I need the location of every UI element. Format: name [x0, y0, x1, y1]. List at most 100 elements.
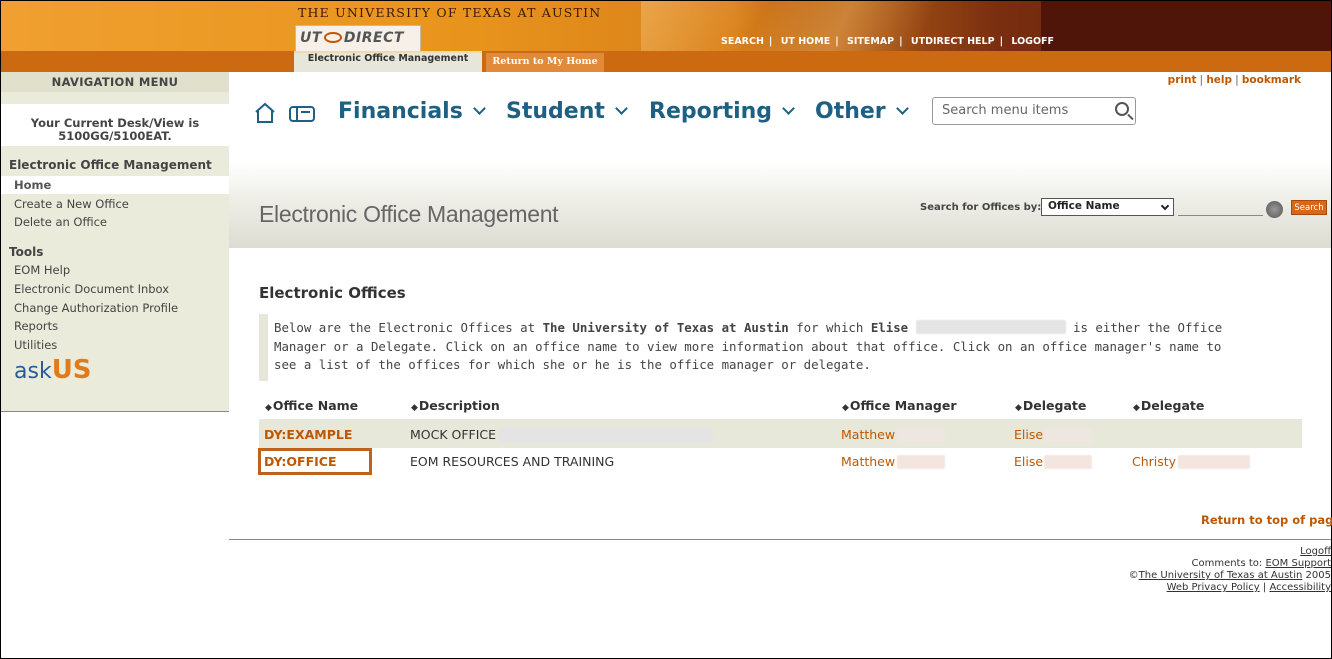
top-link-logoff[interactable]: LOGOFF [1011, 36, 1054, 47]
print-link[interactable]: print [1168, 74, 1197, 86]
column-header-label: Office Name [272, 398, 359, 413]
menu-financials[interactable]: Financials [338, 99, 486, 124]
delegate-link[interactable]: Elise [1014, 454, 1043, 469]
office-link-dy-example[interactable]: DY:EXAMPLE [264, 427, 352, 442]
menu-other[interactable]: Other [815, 99, 909, 124]
top-link-utdirect-help[interactable]: UTDIRECT HELP [911, 36, 995, 47]
sort-icon: ◆ [265, 403, 272, 413]
copyright-symbol: © [1128, 570, 1139, 581]
nav-item-home[interactable]: Home [1, 176, 229, 194]
return-to-top-link[interactable]: Return to top of page [1201, 513, 1332, 527]
utdirect-logo[interactable]: UT DIRECT [295, 25, 421, 52]
nav-item-delete-office[interactable]: Delete an Office [14, 215, 107, 229]
sort-icon: ◆ [1015, 403, 1022, 413]
university-title: THE UNIVERSITY OF TEXAS AT AUSTIN [298, 5, 602, 20]
nav-item-create-office[interactable]: Create a New Office [14, 197, 129, 211]
delegate-link[interactable]: Elise [1014, 427, 1043, 442]
navigation-menu: NAVIGATION MENU Your Current Desk/View i… [1, 72, 229, 412]
menu-student[interactable]: Student [506, 99, 628, 124]
chevron-down-icon [895, 102, 909, 115]
inbox-icon[interactable] [289, 103, 315, 123]
footer-eom-support-link[interactable]: EOM Support [1265, 558, 1331, 569]
column-header-office-name[interactable]: ◆Office Name [265, 398, 358, 413]
intro-text: Below are the Electronic Offices at The … [259, 314, 1299, 381]
nav-item-utilities[interactable]: Utilities [14, 338, 57, 352]
nav-item-eom-help[interactable]: EOM Help [14, 263, 70, 277]
top-link-ut-home[interactable]: UT HOME [781, 36, 830, 47]
office-description: MOCK OFFICE [410, 427, 497, 442]
redacted-description [499, 428, 713, 442]
column-header-delegate-1[interactable]: ◆Delegate [1015, 398, 1086, 413]
top-link-search[interactable]: SEARCH [721, 36, 764, 47]
footer-ut-link[interactable]: The University of Texas at Austin [1139, 570, 1303, 581]
menu-student-label: Student [506, 99, 605, 124]
menu-search-placeholder: Search menu items [942, 103, 1069, 118]
footer-privacy-link[interactable]: Web Privacy Policy [1167, 582, 1260, 593]
page-title: Electronic Office Management [259, 201, 559, 227]
copyright-year: 2005 [1302, 570, 1331, 581]
footer: Logoff Comments to: EOM Support ©The Uni… [1128, 546, 1331, 593]
column-header-label: Delegate [1140, 398, 1205, 413]
intro-university: The University of Texas at Austin [542, 320, 789, 335]
utility-links: print | help | bookmark [1167, 74, 1301, 86]
footer-logoff-link[interactable]: Logoff [1300, 546, 1331, 557]
search-offices-input[interactable] [1178, 199, 1263, 216]
desk-line-2: 5100GG/5100EAT. [58, 129, 172, 143]
office-link-dy-office[interactable]: DY:OFFICE [264, 454, 337, 469]
intro-line-1: Below are the Electronic Offices at The … [274, 319, 1299, 338]
redacted-manager [897, 455, 945, 469]
current-desk: Your Current Desk/View is 5100GG/5100EAT… [1, 104, 229, 146]
menu-reporting[interactable]: Reporting [649, 99, 795, 124]
home-icon[interactable] [253, 101, 277, 125]
search-icon[interactable] [1115, 102, 1129, 116]
nav-header: NAVIGATION MENU [1, 72, 229, 92]
search-offices-select[interactable]: Office Name [1041, 198, 1174, 216]
search-offices-button[interactable]: Search [1291, 200, 1327, 215]
footer-accessibility-link[interactable]: Accessibility [1269, 582, 1331, 593]
section-title: Electronic Offices [259, 284, 406, 302]
help-link[interactable]: help [1206, 74, 1232, 86]
search-offices-select-value: Office Name [1048, 200, 1120, 212]
search-offices-label: Search for Offices by: [920, 202, 1042, 213]
column-header-label: Delegate [1022, 398, 1087, 413]
menu-reporting-label: Reporting [649, 99, 773, 124]
intro-line-3: see a list of the offices for which she … [274, 357, 871, 373]
redacted-manager [897, 428, 945, 442]
column-header-description[interactable]: ◆Description [411, 398, 500, 413]
nav-item-change-auth-profile[interactable]: Change Authorization Profile [14, 301, 178, 315]
office-manager-link[interactable]: Matthew [841, 427, 895, 442]
intro-name: Elise [870, 320, 909, 335]
nav-section-tools: Tools [9, 245, 44, 259]
magnifier-icon[interactable] [1266, 201, 1283, 218]
column-header-office-manager[interactable]: ◆Office Manager [842, 398, 957, 413]
menu-search-input[interactable]: Search menu items [932, 97, 1136, 125]
banner-dark-panel [1041, 1, 1331, 51]
chevron-down-icon [1160, 201, 1170, 211]
intro-part-3: is either the Office [1065, 320, 1223, 335]
top-link-sitemap[interactable]: SITEMAP [847, 36, 894, 47]
column-header-delegate-2[interactable]: ◆Delegate [1133, 398, 1204, 413]
chevron-down-icon [782, 102, 795, 115]
nav-section-eom: Electronic Office Management [9, 158, 212, 172]
sort-icon: ◆ [842, 403, 849, 413]
menu-financials-label: Financials [338, 99, 463, 124]
askus-logo[interactable]: askUS [14, 355, 92, 385]
redacted-delegate [1044, 428, 1092, 442]
chevron-down-icon [472, 102, 486, 115]
logo-text-direct: DIRECT [343, 30, 404, 46]
tab-electronic-office-management[interactable]: Electronic Office Management [294, 51, 482, 72]
delegate-link[interactable]: Christy [1132, 454, 1176, 469]
chevron-down-icon [615, 102, 628, 115]
intro-part-1: Below are the Electronic Offices at [274, 320, 543, 335]
sort-icon: ◆ [411, 403, 418, 413]
tab-return-home[interactable]: Return to My Home [486, 53, 604, 72]
nav-item-document-inbox[interactable]: Electronic Document Inbox [14, 282, 169, 296]
banner-tab-strip [1, 51, 1331, 72]
column-header-label: Description [418, 398, 500, 413]
intro-part-2: for which [788, 320, 871, 335]
bookmark-link[interactable]: bookmark [1242, 74, 1301, 86]
office-manager-link[interactable]: Matthew [841, 454, 895, 469]
nav-item-reports[interactable]: Reports [14, 319, 58, 333]
redacted-name [915, 320, 1066, 334]
askus-text: ask [14, 359, 52, 384]
